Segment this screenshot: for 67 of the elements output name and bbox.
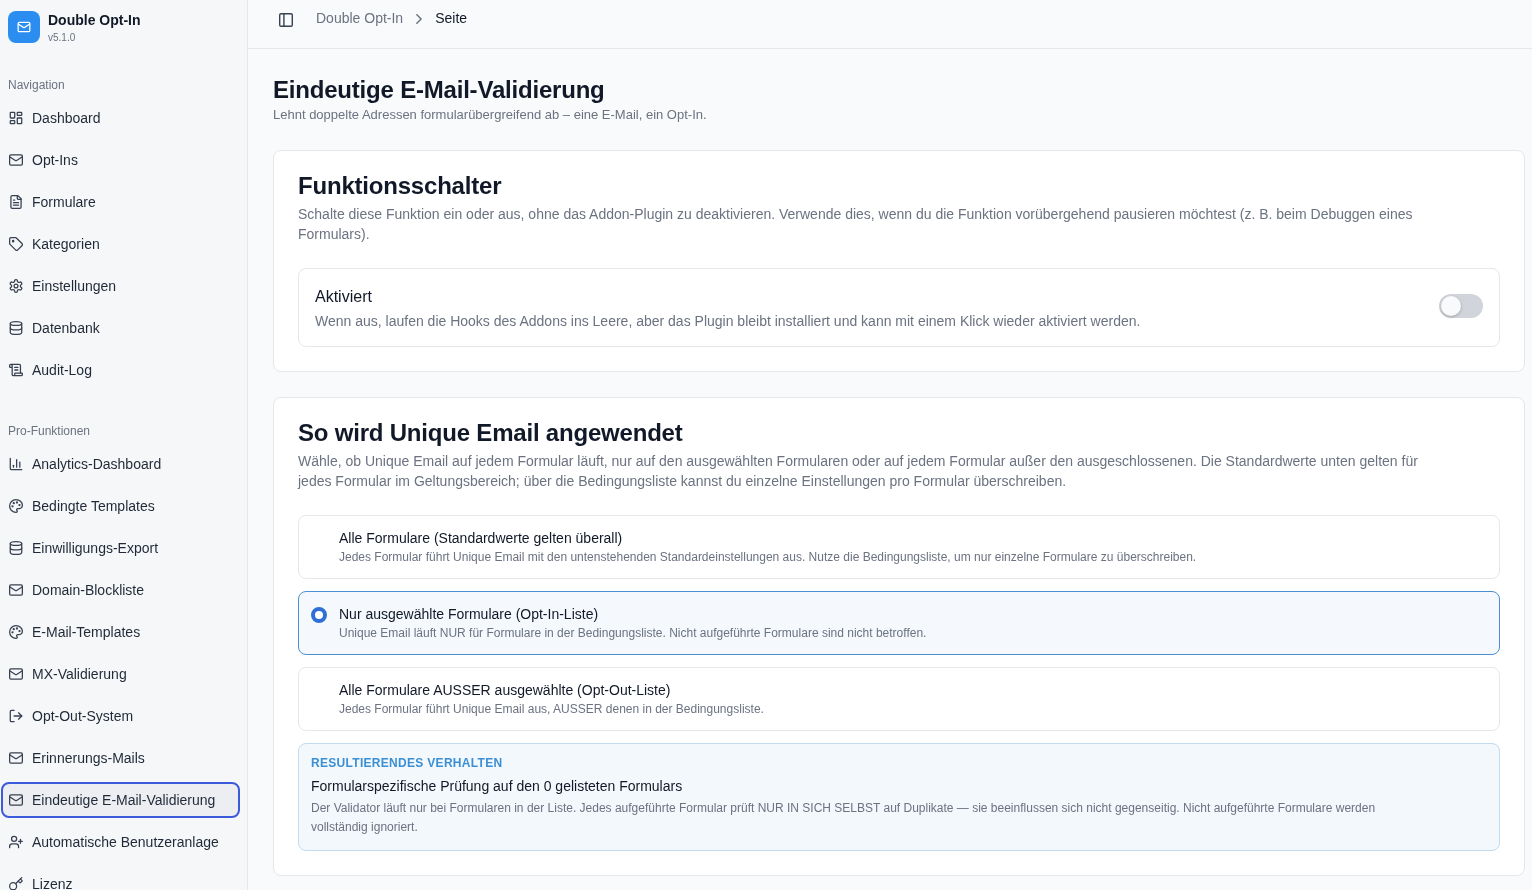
logo-icon bbox=[8, 11, 40, 43]
nav-item[interactable]: Dashboard bbox=[1, 100, 240, 136]
grid-icon bbox=[9, 111, 23, 125]
key-icon bbox=[9, 877, 23, 890]
result-description: Der Validator läuft nur bei Formularen in der Liste. Jedes aufgeführte Formular prüft NUR IN SICH SELBST auf Duplikate — sie beeinflussen sich nicht gegenseitig. Nicht aufgeführte Formulare werden vollständig ignoriert. bbox=[311, 800, 1377, 836]
mail-icon bbox=[9, 793, 23, 807]
nav-item[interactable]: MX-Validierung bbox=[1, 656, 240, 692]
option-description: Jedes Formular führt Unique Email aus, AUSSER denen in der Bedingungsliste. bbox=[339, 701, 764, 717]
breadcrumb-link[interactable]: Double Opt-In bbox=[316, 10, 404, 27]
scope-option[interactable]: Alle Formulare (Standardwerte gelten überall) Jedes Formular führt Unique Email mit den untenstehenden Standardeinstellungen aus. Nutze die Bedingungsliste, um nur einzelne Formulare zu überschreiben. bbox=[298, 515, 1500, 579]
exit-icon bbox=[9, 709, 23, 723]
nav-item[interactable]: Lizenz bbox=[1, 866, 240, 890]
section-title: Funktionsschalter bbox=[298, 171, 503, 201]
breadcrumb-current: Seite bbox=[435, 10, 468, 27]
setting-description: Wenn aus, laufen die Hooks des Addons ins Leere, aber das Plugin bleibt installiert und kann mit einem Klick wieder aktiviert werden. bbox=[315, 312, 1141, 331]
nav-item[interactable]: Formulare bbox=[1, 184, 240, 220]
document-icon bbox=[9, 195, 23, 209]
app-name: Double Opt-In bbox=[48, 12, 141, 29]
nav-item[interactable]: Opt-Ins bbox=[1, 142, 240, 178]
option-description: Unique Email läuft NUR für Formulare in der Bedingungsliste. Nicht aufgeführte Formulare sind nicht betroffen. bbox=[339, 625, 927, 641]
scope-option[interactable]: Alle Formulare AUSSER ausgewählte (Opt-Out-Liste) Jedes Formular führt Unique Email aus, AUSSER denen in der Bedingungsliste. bbox=[298, 667, 1500, 731]
page-title: Eindeutige E-Mail-Validierung bbox=[273, 75, 606, 105]
nav-item[interactable]: Eindeutige E-Mail-Validierung bbox=[1, 782, 240, 818]
mail-icon bbox=[9, 667, 23, 681]
page-subtitle: Lehnt doppelte Adressen formularübergreifend ab – eine E-Mail, ein Opt-In. bbox=[273, 106, 708, 124]
option-description: Jedes Formular führt Unique Email mit den untenstehenden Standardeinstellungen aus. Nutze die Bedingungsliste, um nur einzelne Formulare zu überschreiben. bbox=[339, 549, 1197, 565]
settings-icon bbox=[9, 279, 23, 293]
nav-item[interactable]: Domain-Blockliste bbox=[1, 572, 240, 608]
result-title: Formularspezifische Prüfung auf den 0 gelisteten Formulars bbox=[311, 777, 683, 796]
user-plus-icon bbox=[9, 835, 23, 849]
nav-item[interactable]: Kategorien bbox=[1, 226, 240, 262]
nav-item[interactable]: Opt-Out-System bbox=[1, 698, 240, 734]
sidebar-toggle-icon[interactable] bbox=[279, 13, 293, 27]
nav-section-label: Navigation bbox=[8, 77, 65, 93]
section-description: Wähle, ob Unique Email auf jedem Formular läuft, nur auf den ausgewählten Formularen oder auf jedem Formular außer den ausgeschlossenen. Die Standardwerte unten gelten für jedes Formular im Geltungsbereich; über die Bedingungsliste kannst du einzelne Einstellungen pro Formular überschreiben. bbox=[298, 452, 1419, 491]
scope-option[interactable]: Nur ausgewählte Formulare (Opt-In-Liste) Unique Email läuft NUR für Formulare in der Bedingungsliste. Nicht aufgeführte Formulare sind nicht betroffen. bbox=[298, 591, 1500, 655]
nav-item[interactable]: E-Mail-Templates bbox=[1, 614, 240, 650]
palette-icon bbox=[9, 625, 23, 639]
scroll-icon bbox=[9, 363, 23, 377]
nav-item[interactable]: Erinnerungs-Mails bbox=[1, 740, 240, 776]
tag-icon bbox=[9, 237, 23, 251]
section-description: Schalte diese Funktion ein oder aus, ohne das Addon-Plugin zu deaktivieren. Verwende dies, wenn du die Funktion vorübergehend pausieren möchtest (z. B. beim Debuggen eines Formulars). bbox=[298, 205, 1414, 244]
nav-item[interactable]: Einwilligungs-Export bbox=[1, 530, 240, 566]
nav-item[interactable]: Audit-Log bbox=[1, 352, 240, 388]
mail-icon bbox=[9, 751, 23, 765]
section-title: So wird Unique Email angewendet bbox=[298, 418, 684, 448]
nav-item[interactable]: Automatische Benutzeranlage bbox=[1, 824, 240, 860]
database-icon bbox=[9, 541, 23, 555]
option-title: Alle Formulare (Standardwerte gelten überall) bbox=[339, 529, 623, 548]
database-icon bbox=[9, 321, 23, 335]
nav-item[interactable]: Bedingte Templates bbox=[1, 488, 240, 524]
result-label: RESULTIERENDES VERHALTEN bbox=[311, 755, 503, 771]
mail-icon bbox=[9, 153, 23, 167]
nav-item[interactable]: Datenbank bbox=[1, 310, 240, 346]
app-version: v5.1.0 bbox=[48, 31, 76, 44]
toggle-switch[interactable] bbox=[1439, 294, 1483, 318]
option-title: Alle Formulare AUSSER ausgewählte (Opt-Out-Liste) bbox=[339, 681, 671, 700]
setting-label: Aktiviert bbox=[315, 287, 373, 307]
bar-chart-icon bbox=[9, 457, 23, 471]
nav-section-label: Pro-Funktionen bbox=[8, 423, 91, 439]
nav-item[interactable]: Einstellungen bbox=[1, 268, 240, 304]
option-title: Nur ausgewählte Formulare (Opt-In-Liste) bbox=[339, 605, 599, 624]
radio-icon bbox=[311, 607, 327, 623]
chevron-right-icon bbox=[416, 14, 423, 24]
mail-icon bbox=[9, 583, 23, 597]
nav-item[interactable]: Analytics-Dashboard bbox=[1, 446, 240, 482]
palette-icon bbox=[9, 499, 23, 513]
